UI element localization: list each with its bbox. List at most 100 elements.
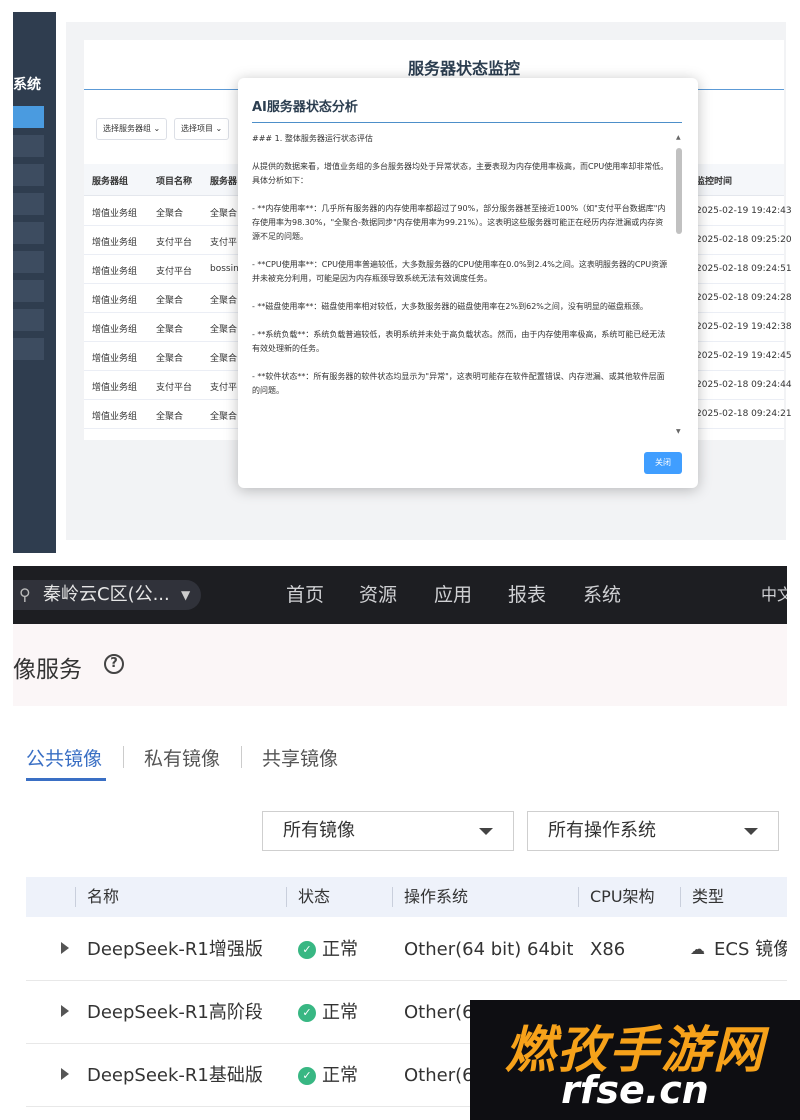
column-header-status: 状态: [298, 887, 331, 906]
service-title: 像服务: [13, 657, 82, 683]
image-status: 正常: [322, 1065, 358, 1086]
cell-project: 全聚合: [156, 325, 184, 335]
cell-project: 全聚合: [156, 209, 184, 219]
cell-group: 增值业务组: [92, 209, 138, 219]
image-cpu-arch: X86: [590, 939, 626, 960]
page-title: 服务器状态监控: [407, 59, 520, 78]
nav-apps[interactable]: 应用: [434, 580, 472, 610]
dialog-title: AI服务器状态分析: [252, 100, 358, 115]
project-select-label: 选择项目: [181, 124, 213, 133]
cell-time: 2025-02-19 19:42:38: [696, 322, 792, 332]
cell-server: bossin: [210, 264, 239, 274]
analysis-paragraph: - **内存使用率**：几乎所有服务器的内存使用率都超过了90%，部分服务器甚至…: [252, 204, 666, 241]
image-filter-select[interactable]: 所有镜像: [262, 811, 514, 851]
sidebar-item[interactable]: [13, 135, 44, 157]
dialog-body[interactable]: ### 1. 整体服务器运行状态评估 从提供的数据来看，增值业务组的多台服务器均…: [252, 132, 670, 432]
sidebar-item[interactable]: [13, 338, 44, 360]
help-icon[interactable]: ?: [104, 654, 124, 674]
column-header-group: 服务器组: [92, 177, 129, 187]
sidebar-item[interactable]: [13, 309, 44, 331]
image-os: Other(64 bit) 64bit: [404, 939, 574, 960]
cell-time: 2025-02-18 09:24:44: [696, 380, 792, 390]
sidebar-item[interactable]: [13, 193, 44, 215]
cell-server: 全聚合: [210, 354, 238, 364]
expand-row-icon[interactable]: [61, 942, 69, 954]
scrollbar-thumb[interactable]: [676, 148, 682, 234]
nav-home[interactable]: 首页: [286, 580, 324, 610]
image-name[interactable]: DeepSeek-R1基础版: [87, 1044, 263, 1107]
region-selector[interactable]: ⚲ 秦岭云C区(公... ▼: [13, 580, 201, 610]
dialog-divider: [252, 122, 682, 123]
image-row[interactable]: DeepSeek-R1增强版 ✓ 正常 Other(64 bit) 64bit …: [26, 918, 787, 981]
image-type: ECS 镜像: [714, 939, 787, 960]
chevron-down-icon: [479, 828, 493, 835]
tab-divider: [241, 746, 242, 768]
tab-public-images[interactable]: 公共镜像: [26, 744, 102, 771]
cell-server: 支付平: [210, 383, 238, 393]
analysis-paragraph: - **CPU使用率**：CPU使用率普遍较低，大多数服务器的CPU使用率在0.…: [252, 260, 668, 283]
sidebar-item[interactable]: [13, 164, 44, 186]
tab-private-images[interactable]: 私有镜像: [144, 744, 220, 771]
check-circle-icon: ✓: [298, 941, 316, 959]
sidebar-item[interactable]: [13, 222, 44, 244]
cell-server: 全聚合: [210, 296, 238, 306]
cell-project: 支付平台: [156, 238, 193, 248]
scroll-down-icon[interactable]: ▼: [676, 428, 681, 435]
column-header-project: 项目名称: [156, 177, 193, 187]
cell-project: 全聚合: [156, 412, 184, 422]
analysis-paragraph: 从提供的数据来看，增值业务组的多台服务器均处于异常状态，主要表现为内存使用率极高…: [252, 162, 669, 185]
chevron-down-icon: [744, 828, 758, 835]
project-select[interactable]: 选择项目 ⌄: [174, 118, 230, 140]
check-circle-icon: ✓: [298, 1004, 316, 1022]
sidebar-item-active[interactable]: [13, 106, 44, 128]
top-navbar: ⚲ 秦岭云C区(公... ▼ 首页 资源 应用 报表 系统 中文: [13, 566, 787, 624]
close-button[interactable]: 关闭: [644, 452, 682, 474]
tab-divider: [123, 746, 124, 768]
os-filter-select[interactable]: 所有操作系统: [527, 811, 779, 851]
caret-down-icon: ▼: [181, 588, 191, 602]
image-name[interactable]: DeepSeek-R1高阶段: [87, 981, 263, 1044]
dialog-scrollbar[interactable]: ▲ ▼: [676, 134, 682, 435]
cell-group: 增值业务组: [92, 238, 138, 248]
expand-row-icon[interactable]: [61, 1005, 69, 1017]
analysis-paragraph: - **软件状态**：所有服务器的软件状态均显示为"异常"，这表明可能存在软件配…: [252, 372, 665, 395]
server-monitor-screenshot: 系统 服务器状态监控 选择服务器组 ⌄ 选择项目 ⌄ 服务器组 项目名称 服务器…: [0, 0, 800, 555]
sidebar-item[interactable]: [13, 280, 44, 302]
cell-time: 2025-02-18 09:25:20: [696, 235, 792, 245]
cell-time: 2025-02-19 19:42:43: [696, 206, 792, 216]
cell-time: 2025-02-19 19:42:45: [696, 351, 792, 361]
chevron-down-icon: ⌄: [153, 124, 161, 133]
cell-project: 全聚合: [156, 354, 184, 364]
nav-reports[interactable]: 报表: [508, 580, 546, 610]
column-divider: [286, 887, 287, 907]
tab-shared-images[interactable]: 共享镜像: [262, 744, 338, 771]
cell-time: 2025-02-18 09:24:21: [696, 409, 792, 419]
language-switch[interactable]: 中文: [761, 580, 787, 610]
cell-server: 全聚合: [210, 209, 238, 219]
os-filter-value: 所有操作系统: [548, 820, 656, 841]
cell-server: 全聚合: [210, 325, 238, 335]
scroll-up-icon[interactable]: ▲: [676, 134, 681, 141]
server-group-select[interactable]: 选择服务器组 ⌄: [96, 118, 168, 140]
analysis-paragraph: ### 1. 整体服务器运行状态评估: [252, 134, 373, 143]
location-pin-icon: ⚲: [19, 585, 31, 604]
image-name[interactable]: DeepSeek-R1增强版: [87, 918, 263, 981]
cell-project: 支付平台: [156, 267, 193, 277]
nav-system[interactable]: 系统: [583, 580, 621, 610]
cell-group: 增值业务组: [92, 354, 138, 364]
nav-resources[interactable]: 资源: [359, 580, 397, 610]
column-header-type: 类型: [692, 887, 725, 906]
active-tab-indicator: [26, 778, 106, 781]
analysis-paragraph: - **系统负载**：系统负载普遍较低，表明系统并未处于高负载状态。然而，由于内…: [252, 330, 666, 353]
sidebar-item[interactable]: [13, 251, 44, 273]
sidebar-title: 系统: [13, 77, 41, 93]
ai-analysis-dialog: AI服务器状态分析 ### 1. 整体服务器运行状态评估 从提供的数据来看，增值…: [238, 78, 698, 488]
cell-time: 2025-02-18 09:24:51: [696, 264, 792, 274]
expand-row-icon[interactable]: [61, 1068, 69, 1080]
column-header-server: 服务器: [210, 177, 238, 187]
cell-group: 增值业务组: [92, 325, 138, 335]
column-divider: [392, 887, 393, 907]
cell-group: 增值业务组: [92, 383, 138, 393]
column-divider: [680, 887, 681, 907]
server-group-select-label: 选择服务器组: [103, 124, 151, 133]
